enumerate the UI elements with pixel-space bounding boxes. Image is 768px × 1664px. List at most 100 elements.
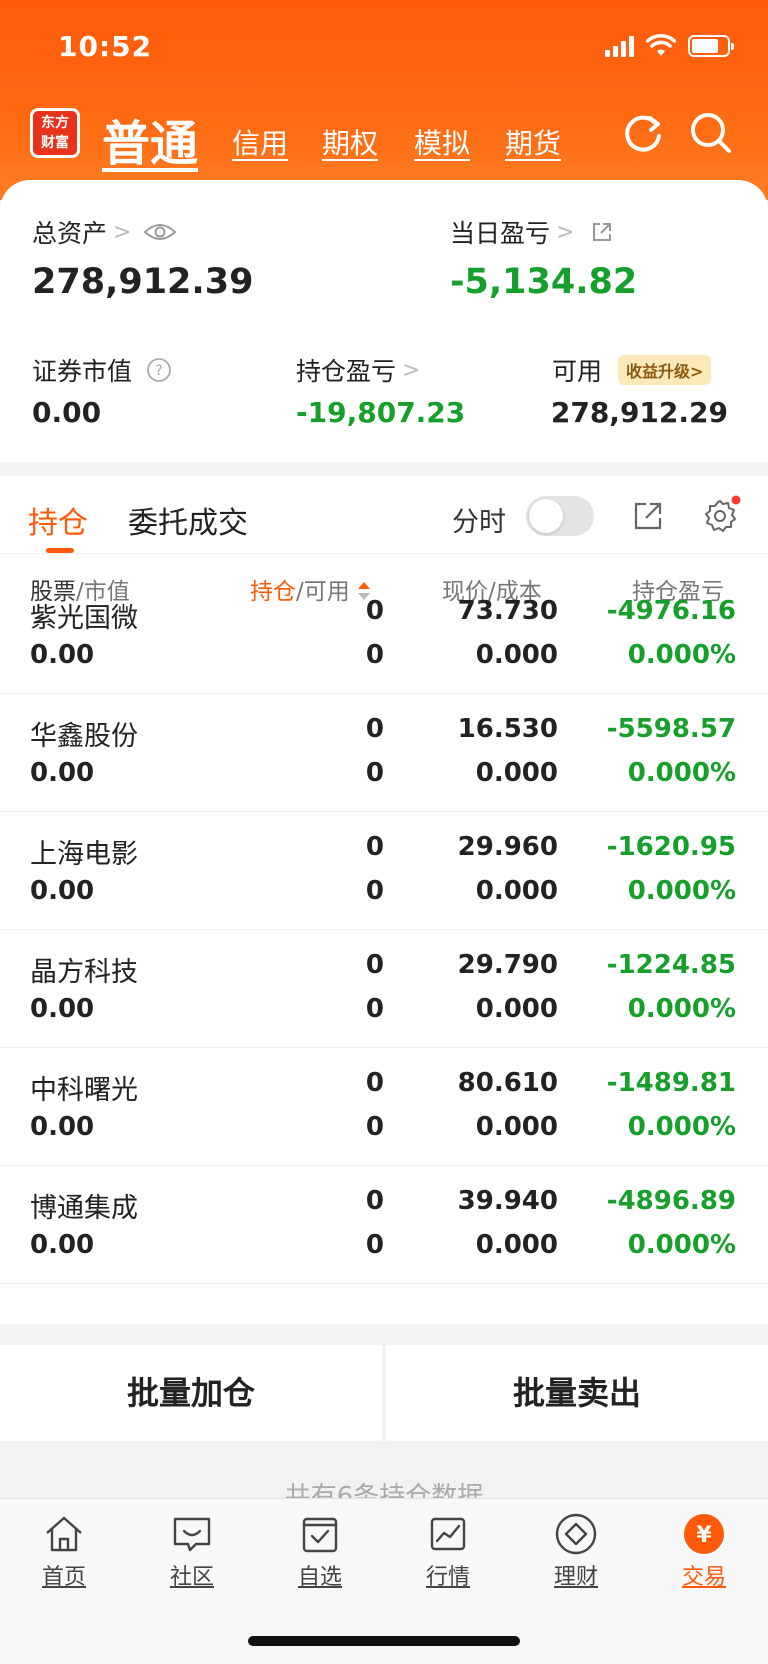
signal-icon bbox=[605, 35, 634, 57]
status-icons bbox=[605, 34, 734, 58]
app-logo: 东方 财富 bbox=[30, 108, 80, 158]
tab-normal[interactable]: 普通 bbox=[102, 104, 198, 174]
tab-options[interactable]: 期权 bbox=[322, 122, 378, 162]
position-pnl-pct: 0.000% bbox=[627, 758, 736, 788]
wifi-icon bbox=[646, 34, 676, 56]
hold-qty: 0 bbox=[365, 950, 384, 980]
home-indicator bbox=[248, 1636, 520, 1646]
tab-futures[interactable]: 期货 bbox=[505, 122, 561, 162]
stock-name: 紫光国微 bbox=[30, 603, 138, 634]
tab-watchlist[interactable]: 自选 bbox=[270, 1511, 370, 1591]
position-row[interactable]: 晶方科技 0.00 0 0 29.790 0.000 -1224.85 0.000% bbox=[0, 930, 768, 1048]
eye-icon[interactable] bbox=[143, 221, 177, 243]
position-pnl: -1620.95 bbox=[606, 832, 736, 862]
market-chart-icon bbox=[430, 1517, 466, 1551]
refresh-icon[interactable] bbox=[620, 110, 666, 156]
cost-price: 0.000 bbox=[475, 1112, 558, 1142]
position-row[interactable]: 上海电影 0.00 0 0 29.960 0.000 -1620.95 0.000% bbox=[0, 812, 768, 930]
cost-price: 0.000 bbox=[475, 876, 558, 906]
position-pnl: -4896.89 bbox=[606, 1186, 736, 1216]
position-pnl: -1224.85 bbox=[606, 950, 736, 980]
hold-qty: 0 bbox=[365, 1186, 384, 1216]
batch-add-button[interactable]: 批量加仓 bbox=[0, 1345, 382, 1441]
tab-orders[interactable]: 委托成交 bbox=[128, 498, 248, 542]
community-chat-icon bbox=[173, 1517, 211, 1552]
current-price: 39.940 bbox=[457, 1186, 558, 1216]
tab-home[interactable]: 首页 bbox=[14, 1511, 114, 1591]
position-row[interactable]: 紫光国微 0.00 0 0 73.730 0.000 -4976.16 0.000% bbox=[0, 576, 768, 694]
home-icon bbox=[46, 1516, 82, 1552]
position-pnl: -1489.81 bbox=[606, 1068, 736, 1098]
tab-simulated[interactable]: 模拟 bbox=[414, 122, 470, 162]
active-tab-indicator bbox=[46, 548, 74, 553]
svg-text:¥: ¥ bbox=[696, 1523, 712, 1548]
hold-qty: 0 bbox=[365, 714, 384, 744]
asset-summary-card: 总资产 > 278,912.39 当日盈亏 > -5,134.82 证券市值 ?… bbox=[0, 180, 768, 462]
position-row[interactable]: 博通集成 0.00 0 0 39.940 0.000 -4896.89 0.000% bbox=[0, 1166, 768, 1284]
batch-actions: 批量加仓 批量卖出 bbox=[0, 1345, 768, 1441]
clock: 10:52 bbox=[58, 30, 153, 63]
stock-market-value: 0.00 bbox=[30, 1230, 95, 1260]
search-icon[interactable] bbox=[688, 110, 734, 156]
stock-name: 博通集成 bbox=[30, 1193, 138, 1224]
available-label: 可用 收益升级> bbox=[552, 352, 712, 388]
position-row[interactable]: 中科曙光 0.00 0 0 80.610 0.000 -1489.81 0.000% bbox=[0, 1048, 768, 1166]
market-value-label: 证券市值 ? bbox=[32, 352, 172, 388]
tab-market[interactable]: 行情 bbox=[398, 1511, 498, 1591]
stock-market-value: 0.00 bbox=[30, 1112, 95, 1142]
cost-price: 0.000 bbox=[475, 994, 558, 1024]
tab-wealth[interactable]: 理财 bbox=[526, 1511, 626, 1591]
position-pnl-pct: 0.000% bbox=[627, 876, 736, 906]
position-pnl-pct: 0.000% bbox=[627, 1230, 736, 1260]
wealth-diamond-icon bbox=[555, 1513, 597, 1555]
current-price: 29.790 bbox=[457, 950, 558, 980]
cost-price: 0.000 bbox=[475, 1230, 558, 1260]
upgrade-badge[interactable]: 收益升级> bbox=[618, 355, 712, 385]
stock-name: 中科曙光 bbox=[30, 1075, 138, 1106]
watchlist-icon bbox=[302, 1517, 338, 1553]
current-price: 16.530 bbox=[457, 714, 558, 744]
settings-gear-icon[interactable] bbox=[698, 494, 742, 538]
share-icon[interactable] bbox=[590, 220, 614, 244]
hold-qty: 0 bbox=[365, 596, 384, 626]
total-assets-value: 278,912.39 bbox=[32, 262, 254, 302]
position-pnl-pct: 0.000% bbox=[627, 1112, 736, 1142]
daily-pnl-link[interactable]: 当日盈亏 > bbox=[450, 214, 614, 250]
timeshare-label: 分时 bbox=[452, 507, 506, 538]
position-pnl-pct: 0.000% bbox=[627, 640, 736, 670]
avail-qty: 0 bbox=[365, 758, 384, 788]
status-bar: 10:52 bbox=[0, 0, 768, 96]
tab-trade[interactable]: ¥ 交易 bbox=[654, 1511, 754, 1591]
stock-market-value: 0.00 bbox=[30, 994, 95, 1024]
current-price: 73.730 bbox=[457, 596, 558, 626]
hold-qty: 0 bbox=[365, 832, 384, 862]
position-pnl-link[interactable]: 持仓盈亏 > bbox=[296, 352, 420, 388]
cost-price: 0.000 bbox=[475, 640, 558, 670]
position-pnl-value: -19,807.23 bbox=[296, 396, 466, 429]
total-assets-link[interactable]: 总资产 > bbox=[32, 214, 177, 250]
timeshare-toggle[interactable] bbox=[526, 496, 594, 536]
position-pnl: -5598.57 bbox=[606, 714, 736, 744]
account-type-nav: 东方 财富 普通 信用 期权 模拟 期货 bbox=[0, 100, 768, 172]
avail-qty: 0 bbox=[365, 1230, 384, 1260]
stock-name: 华鑫股份 bbox=[30, 721, 138, 752]
current-price: 80.610 bbox=[457, 1068, 558, 1098]
tab-community[interactable]: 社区 bbox=[142, 1511, 242, 1591]
batch-sell-button[interactable]: 批量卖出 bbox=[386, 1345, 768, 1441]
export-icon[interactable] bbox=[632, 500, 664, 532]
tab-positions[interactable]: 持仓 bbox=[28, 498, 88, 542]
position-row[interactable]: 华鑫股份 0.00 0 0 16.530 0.000 -5598.57 0.000% bbox=[0, 694, 768, 812]
avail-qty: 0 bbox=[365, 1112, 384, 1142]
market-value-value: 0.00 bbox=[32, 396, 102, 429]
avail-qty: 0 bbox=[365, 876, 384, 906]
hold-qty: 0 bbox=[365, 1068, 384, 1098]
daily-pnl-value: -5,134.82 bbox=[450, 262, 638, 302]
help-icon[interactable]: ? bbox=[146, 357, 172, 383]
stock-market-value: 0.00 bbox=[30, 640, 95, 670]
tab-credit[interactable]: 信用 bbox=[232, 122, 288, 162]
positions-panel: 持仓 委托成交 分时 股票/市值 持仓/可用 现价/成本 持仓盈亏 紫光国微 0.… bbox=[0, 476, 768, 1324]
stock-market-value: 0.00 bbox=[30, 876, 95, 906]
cost-price: 0.000 bbox=[475, 758, 558, 788]
position-pnl-pct: 0.000% bbox=[627, 994, 736, 1024]
chevron-right-icon: > bbox=[113, 219, 132, 245]
